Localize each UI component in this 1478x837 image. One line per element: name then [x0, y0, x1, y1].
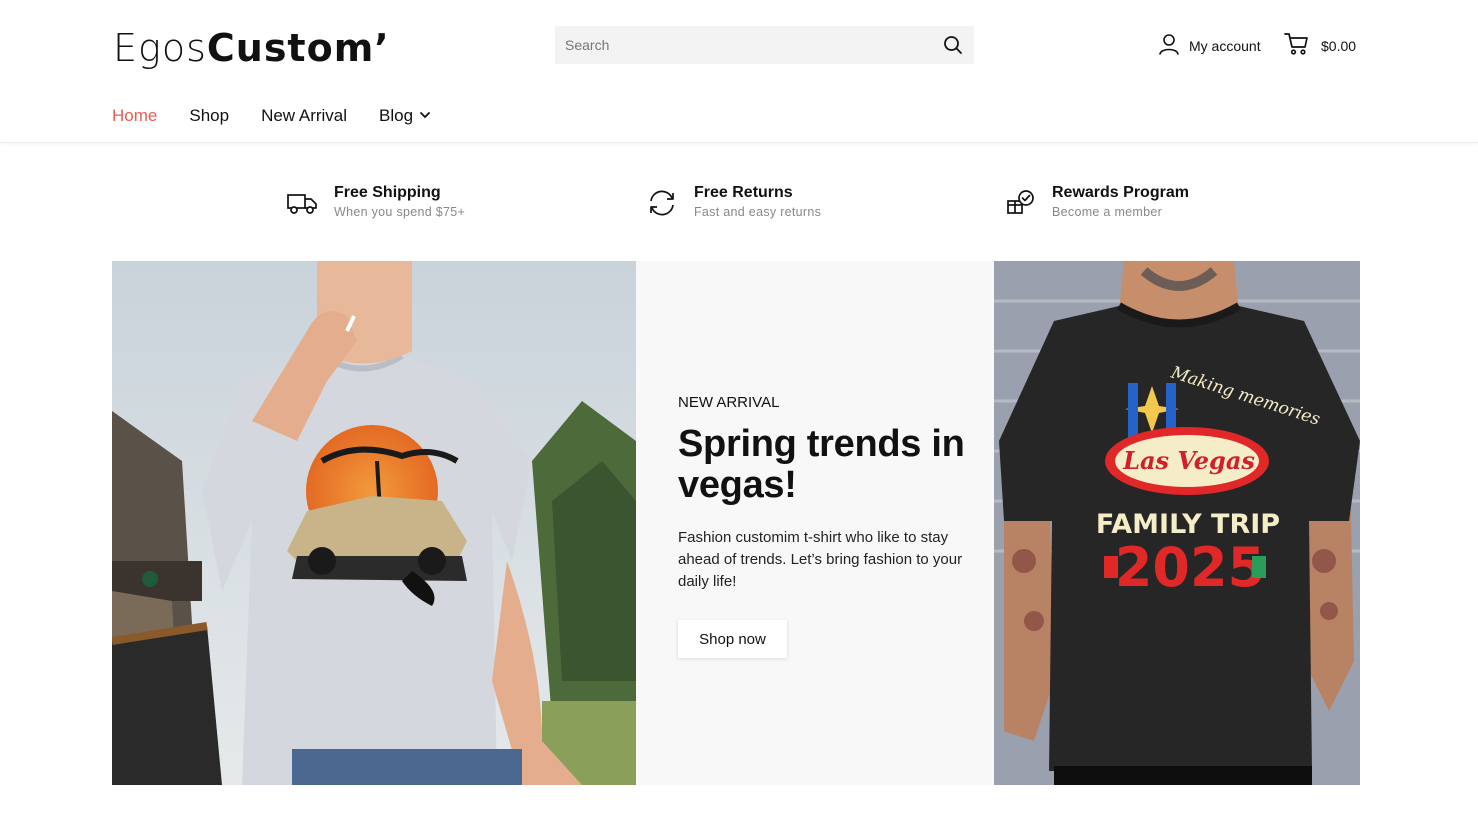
feature-subtitle: Become a member: [1052, 205, 1163, 219]
logo-text-bold: Custom’: [206, 26, 390, 70]
feature-rewards-program: Rewards Program Become a member: [1004, 183, 1189, 221]
hero-kicker: NEW ARRIVAL: [678, 394, 780, 411]
nav-item-label: Blog: [379, 106, 414, 125]
cart-total: $0.00: [1321, 37, 1357, 54]
cart-link[interactable]: $0.00: [1284, 32, 1356, 59]
hero-headline: Spring trends in vegas!: [678, 423, 965, 506]
main-nav: Home Shop New Arrival Blog: [112, 106, 431, 126]
my-account-link[interactable]: My account: [1157, 32, 1261, 59]
nav-item-shop[interactable]: Shop: [189, 106, 229, 126]
nav-item-home[interactable]: Home: [112, 106, 157, 126]
shirt-line2-text: 2025: [1115, 536, 1265, 599]
model-black-tshirt-photo: Las Vegas Making memories FAMILY TRIP 20…: [994, 261, 1360, 785]
feature-subtitle: Fast and easy returns: [694, 205, 822, 219]
hero-description: Fashion customim t-shirt who like to sta…: [678, 529, 963, 590]
feature-free-returns: Free Returns Fast and easy returns: [646, 183, 821, 221]
nav-item-label: Shop: [189, 106, 230, 125]
shirt-sign-text: Las Vegas: [1122, 446, 1255, 475]
hero-image-left[interactable]: [112, 261, 636, 785]
hero-image-right[interactable]: Las Vegas Making memories FAMILY TRIP 20…: [994, 261, 1360, 785]
model-white-tshirt-photo: [112, 261, 636, 785]
truck-icon: [286, 189, 318, 221]
feature-free-shipping: Free Shipping When you spend $75+: [286, 183, 465, 221]
feature-title: Free Returns: [694, 184, 793, 201]
nav-item-label: New Arrival: [261, 106, 348, 125]
chevron-down-icon: [419, 106, 431, 126]
shop-now-button[interactable]: Shop now: [678, 620, 787, 658]
feature-title: Rewards Program: [1052, 184, 1189, 201]
search-bar: [555, 26, 974, 64]
feature-subtitle: When you spend $75+: [334, 205, 466, 219]
feature-title: Free Shipping: [334, 184, 441, 201]
search-input[interactable]: [565, 37, 942, 53]
feature-strip: Free Shipping When you spend $75+ Free R…: [0, 183, 1478, 233]
logo-text-light: Egos: [113, 26, 207, 70]
hero-promo-panel: NEW ARRIVAL Spring trends in vegas! Fash…: [636, 261, 994, 785]
site-logo[interactable]: EgosCustom’: [113, 28, 390, 68]
search-icon[interactable]: [942, 34, 964, 56]
cart-icon: [1284, 32, 1309, 59]
nav-item-new-arrival[interactable]: New Arrival: [261, 106, 347, 126]
refresh-icon: [646, 189, 678, 221]
nav-item-label: Home: [112, 106, 158, 125]
my-account-label: My account: [1189, 37, 1261, 54]
gift-check-icon: [1004, 189, 1036, 221]
user-icon: [1157, 32, 1181, 59]
site-header: EgosCustom’ My account $0.00 Home Shop N…: [0, 0, 1478, 143]
nav-item-blog[interactable]: Blog: [379, 106, 431, 126]
